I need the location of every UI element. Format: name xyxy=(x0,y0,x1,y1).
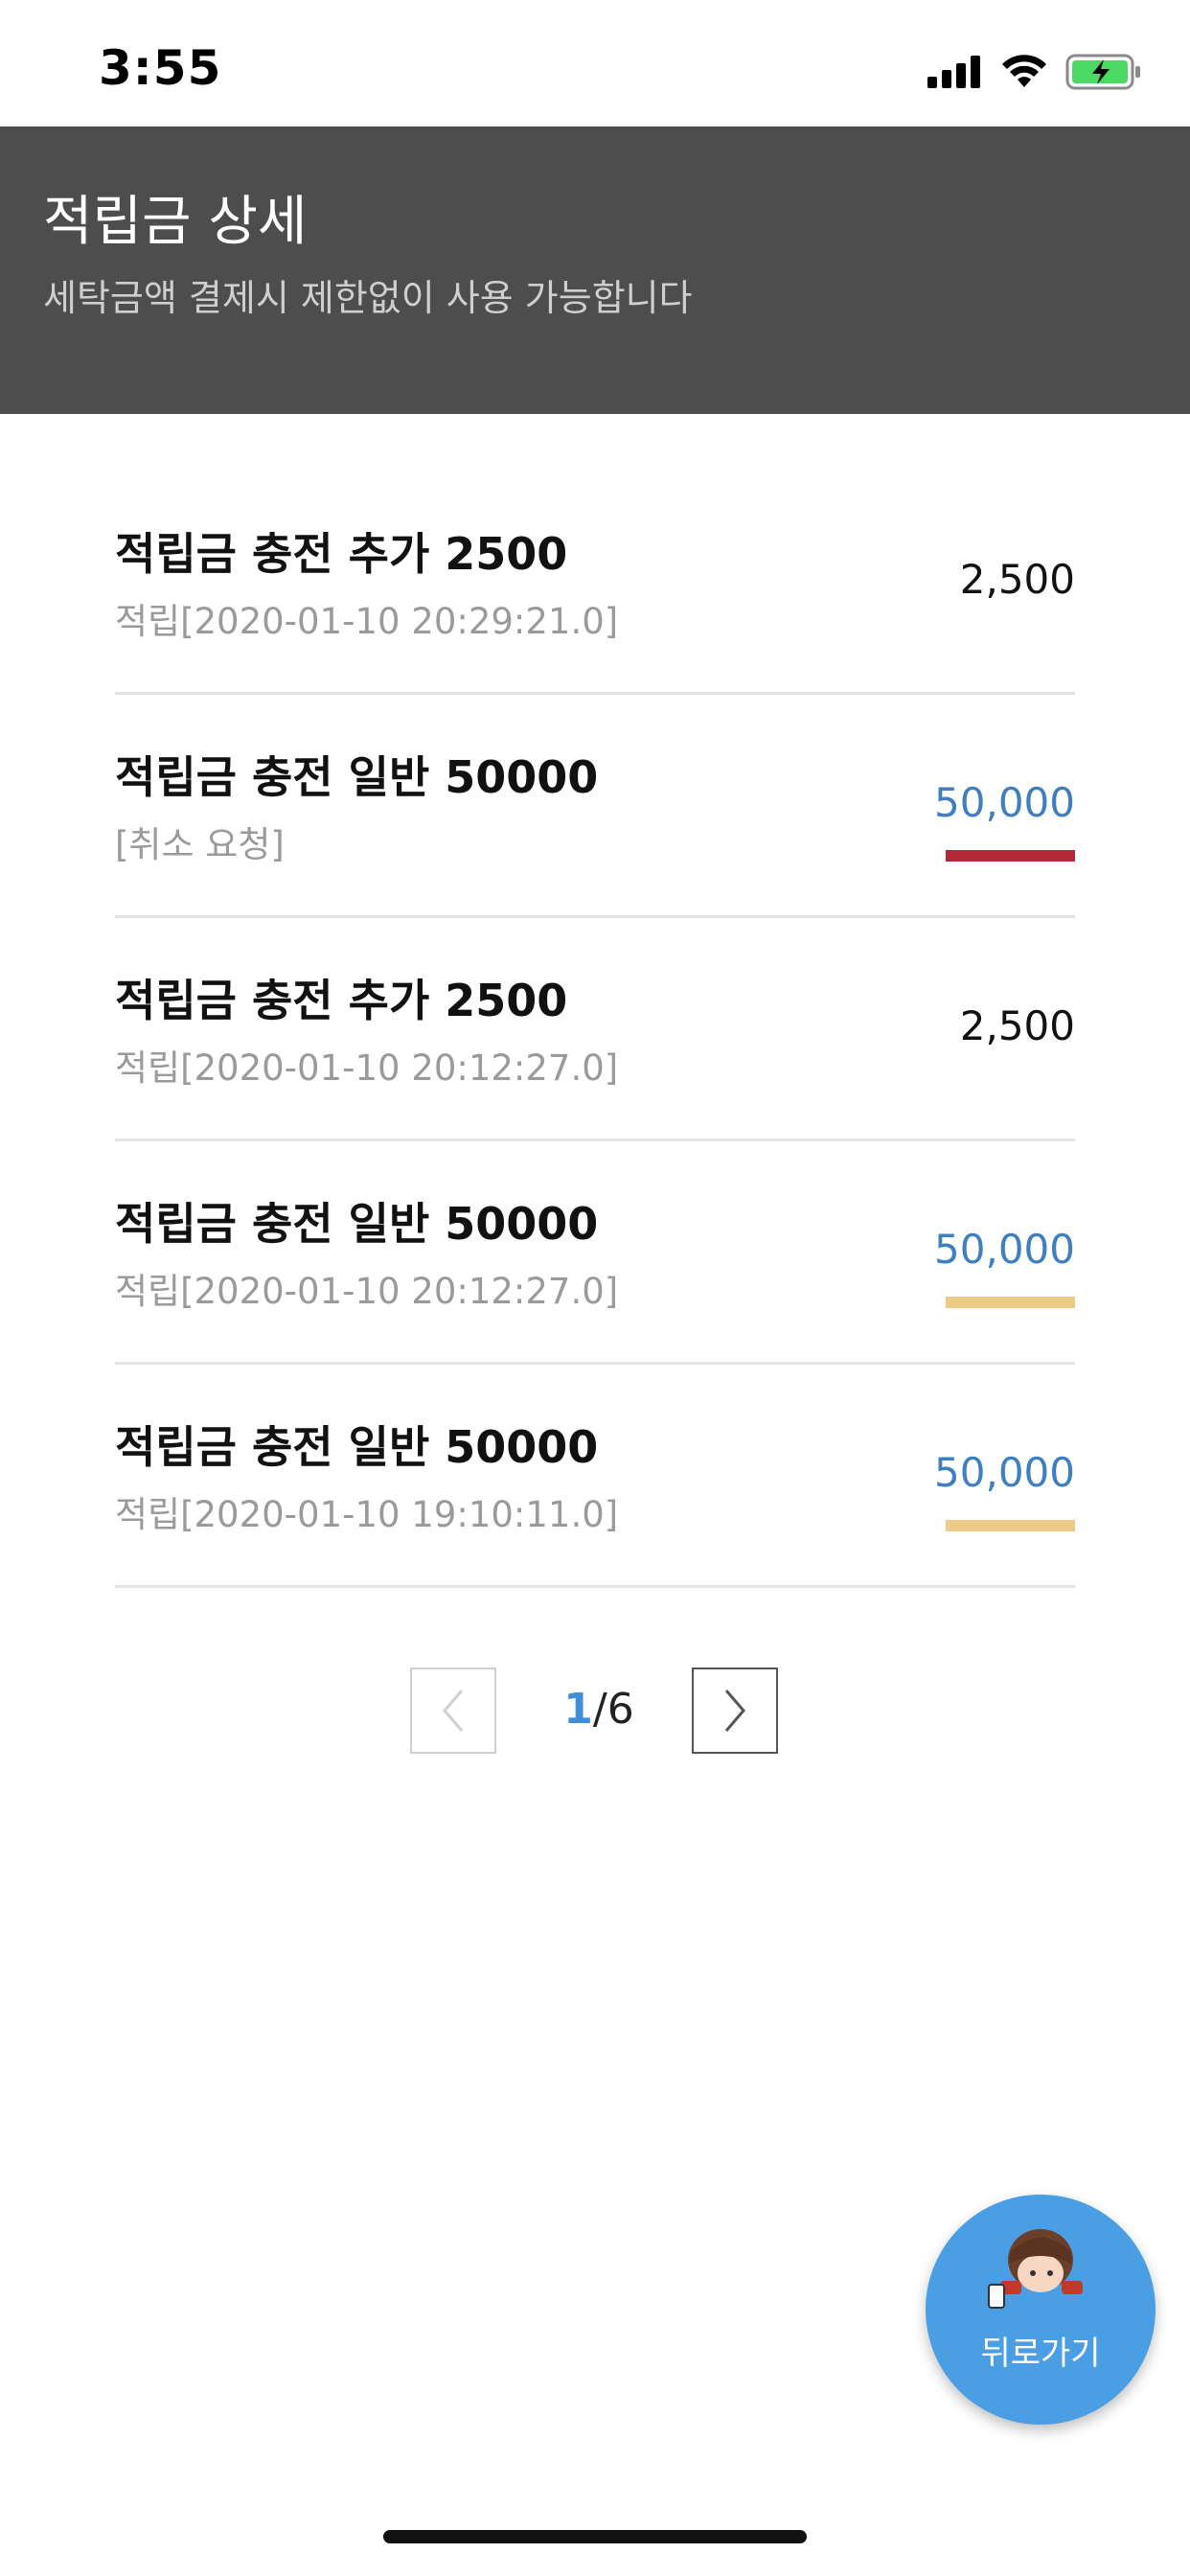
list-item[interactable]: 적립금 충전 일반 50000 [취소 요청] 50,000 xyxy=(115,695,1075,918)
item-subtitle: 적립[2020-01-10 20:29:21.0] xyxy=(115,601,619,642)
list-item[interactable]: 적립금 충전 일반 50000 적립[2020-01-10 20:12:27.0… xyxy=(115,1141,1075,1365)
item-subtitle: 적립[2020-01-10 19:10:11.0] xyxy=(115,1494,619,1535)
page-subtitle: 세탁금액 결제시 제한없이 사용 가능합니다 xyxy=(43,277,693,319)
item-amount: 2,500 xyxy=(959,556,1075,603)
chevron-right-icon xyxy=(724,1690,745,1732)
list-item[interactable]: 적립금 충전 추가 2500 적립[2020-01-10 20:12:27.0]… xyxy=(115,918,1075,1141)
item-title: 적립금 충전 일반 50000 xyxy=(115,1198,599,1250)
item-amount: 50,000 xyxy=(934,1226,1075,1273)
item-status-bar xyxy=(946,850,1075,862)
list-item[interactable]: 적립금 충전 일반 50000 적립[2020-01-10 19:10:11.0… xyxy=(115,1365,1075,1588)
item-title: 적립금 충전 추가 2500 xyxy=(115,528,568,580)
app-screen: 3:55 적립금 상세 세탁금액 결제시 제한없이 사용 가능합니다 적립금 충… xyxy=(0,0,1190,2576)
item-amount: 50,000 xyxy=(934,779,1075,826)
back-button[interactable]: 뒤로가기 xyxy=(926,2195,1156,2425)
item-subtitle: 적립[2020-01-10 20:12:27.0] xyxy=(115,1271,619,1312)
item-subtitle: [취소 요청] xyxy=(115,824,285,865)
total-pages: 6 xyxy=(606,1685,634,1734)
signal-icon xyxy=(927,56,980,88)
item-title: 적립금 충전 일반 50000 xyxy=(115,1421,599,1473)
page-title: 적립금 상세 xyxy=(43,191,308,253)
status-bar: 3:55 xyxy=(0,0,1190,126)
page-header: 적립금 상세 세탁금액 결제시 제한없이 사용 가능합니다 xyxy=(0,126,1190,414)
status-time: 3:55 xyxy=(99,40,222,96)
prev-page-button[interactable] xyxy=(410,1668,496,1754)
back-button-label: 뒤로가기 xyxy=(980,2334,1101,2373)
list-item[interactable]: 적립금 충전 추가 2500 적립[2020-01-10 20:29:21.0]… xyxy=(115,472,1075,695)
item-title: 적립금 충전 추가 2500 xyxy=(115,975,568,1026)
wifi-icon xyxy=(1002,55,1046,87)
pagination: 1/6 xyxy=(0,1668,1190,1758)
mascot-icon xyxy=(988,2229,1083,2309)
item-subtitle: 적립[2020-01-10 20:12:27.0] xyxy=(115,1047,619,1089)
status-icons xyxy=(927,48,1142,96)
current-page: 1 xyxy=(563,1685,593,1734)
page-separator: / xyxy=(592,1685,607,1734)
item-status-bar xyxy=(946,1520,1075,1531)
item-amount: 50,000 xyxy=(934,1449,1075,1496)
page-indicator: 1/6 xyxy=(537,1685,661,1734)
next-page-button[interactable] xyxy=(692,1668,778,1754)
item-title: 적립금 충전 일반 50000 xyxy=(115,751,599,803)
points-history-list: 적립금 충전 추가 2500 적립[2020-01-10 20:29:21.0]… xyxy=(115,472,1075,1588)
battery-charging-icon xyxy=(1065,54,1140,90)
item-amount: 2,500 xyxy=(959,1002,1075,1049)
home-indicator[interactable] xyxy=(383,2530,807,2543)
chevron-left-icon xyxy=(443,1690,464,1732)
item-status-bar xyxy=(946,1297,1075,1308)
